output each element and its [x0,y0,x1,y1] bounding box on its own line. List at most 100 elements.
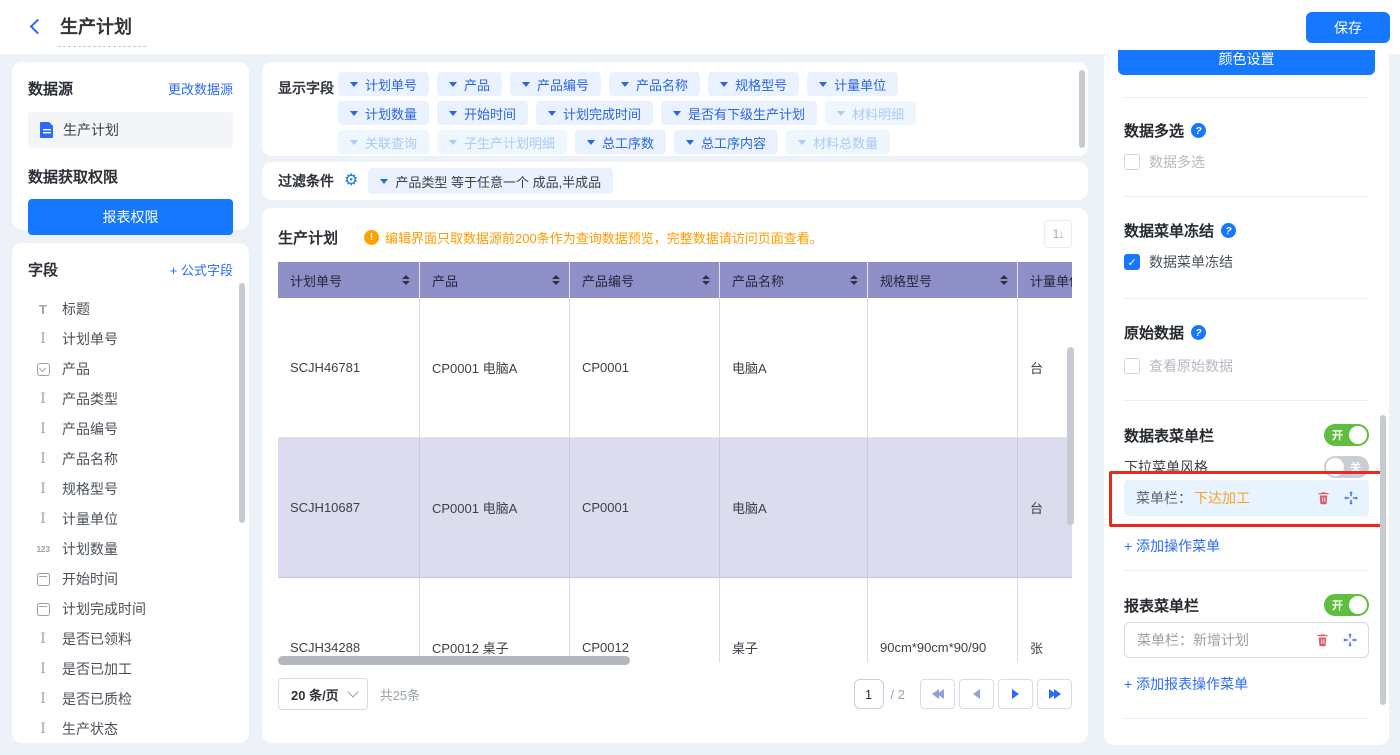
move-menu-handle[interactable] [1342,632,1358,648]
vertical-scrollbar[interactable] [1079,70,1085,148]
column-header[interactable]: 计量单位 [1018,262,1072,298]
sort-order-button[interactable]: 1↓ [1044,220,1072,248]
display-field-chip[interactable]: 产品 [437,72,502,96]
display-field-chip[interactable]: 子生产计划明细 [437,130,567,154]
column-header[interactable]: 产品名称 [720,262,868,298]
column-header[interactable]: 规格型号 [868,262,1018,298]
table-cell: 90cm*90cm*90/90 [868,578,1018,662]
table-notice: 编辑界面只取数据源前200条作为查询数据预览，完整数据请访问页面查看。 [385,228,823,247]
table-row[interactable]: SCJH46781 CP0001 电脑A CP0001 电脑A 台 [278,298,1072,438]
field-label: 是否已质检 [62,689,132,709]
display-field-chip[interactable]: 总工序内容 [674,130,778,154]
display-field-chip[interactable]: 产品编号 [510,72,601,96]
field-item[interactable]: 计划数量 [34,534,233,564]
column-label: 规格型号 [880,271,932,290]
page-size-select[interactable]: 20 条/页 [278,678,368,710]
help-icon[interactable] [1221,223,1236,238]
dropdown-style-toggle[interactable]: 关 [1324,456,1369,478]
display-field-chip[interactable]: 规格型号 [708,72,799,96]
page-title[interactable]: 生产计划 [58,13,146,47]
field-label: 产品 [62,359,90,379]
field-item[interactable]: 产品类型 [34,384,233,414]
menu-freeze-checkbox[interactable]: 数据菜单冻结 [1124,252,1233,272]
first-page-button[interactable] [920,679,955,709]
report-permission-button[interactable]: 报表权限 [28,199,233,235]
color-settings-button[interactable]: 颜色设置 [1118,50,1375,75]
delete-menu-button[interactable] [1315,490,1331,506]
multi-select-checkbox[interactable]: 数据多选 [1124,152,1205,172]
field-label: 计划单号 [62,329,118,349]
display-field-chip[interactable]: 是否有下级生产计划 [661,101,817,125]
field-item[interactable]: 规格型号 [34,474,233,504]
save-button[interactable]: 保存 [1306,12,1390,43]
field-item[interactable]: 是否已质检 [34,684,233,714]
field-item[interactable]: 产品编号 [34,414,233,444]
table-cell: CP0012 桌子 [420,578,570,662]
table-row-selected[interactable]: SCJH10687 CP0001 电脑A CP0001 电脑A 台 [278,438,1072,578]
field-item[interactable]: 产品名称 [34,444,233,474]
field-item[interactable]: 产品 [34,354,233,384]
display-field-chip[interactable]: 关联查询 [338,130,429,154]
field-item[interactable]: 标题 [34,294,233,324]
filter-condition-chip[interactable]: 产品类型 等于任意一个 成品,半成品 [368,168,613,194]
vertical-scrollbar[interactable] [1380,415,1386,705]
display-field-chip[interactable]: 材料明细 [825,101,916,125]
add-formula-field-link[interactable]: + 公式字段 [170,260,233,279]
datasource-item[interactable]: 生产计划 [28,112,233,148]
field-label: 标题 [62,299,90,319]
display-field-chip[interactable]: 计划单号 [338,72,429,96]
horizontal-scrollbar[interactable] [278,656,630,665]
divider [1124,196,1369,197]
report-menu-item[interactable]: 菜单栏： 新增计划 [1124,622,1369,658]
select-field-icon [37,363,50,376]
column-header[interactable]: 产品编号 [570,262,720,298]
display-field-chip[interactable]: 总工序数 [575,130,666,154]
field-item[interactable]: 是否已领料 [34,624,233,654]
display-field-chip[interactable]: 计量单位 [807,72,898,96]
move-menu-handle[interactable] [1343,490,1359,506]
chip-label: 规格型号 [735,75,787,94]
vertical-scrollbar[interactable] [239,283,245,523]
display-field-chip[interactable]: 产品名称 [609,72,700,96]
field-item[interactable]: 计划完成时间 [34,594,233,624]
table-cell: SCJH10687 [278,438,420,578]
display-field-chip[interactable]: 计划完成时间 [536,101,653,125]
field-item[interactable]: 开始时间 [34,564,233,594]
display-field-chip[interactable]: 计划数量 [338,101,429,125]
dropdown-caret-icon [548,111,556,116]
change-datasource-link[interactable]: 更改数据源 [168,79,233,98]
display-field-chip[interactable]: 开始时间 [437,101,528,125]
toggle-knob [1349,596,1367,614]
column-header[interactable]: 计划单号 [278,262,420,298]
double-left-arrow-icon [932,689,944,699]
report-menu-toggle[interactable]: 开 [1324,594,1369,616]
page-input[interactable]: 1 [854,679,884,709]
field-item[interactable]: 生产状态 [34,714,233,743]
help-icon[interactable] [1191,325,1206,340]
chip-label: 材料总数量 [813,133,878,152]
prev-page-button[interactable] [959,679,994,709]
table-menu-item[interactable]: 菜单栏： 下达加工 [1124,480,1369,516]
display-field-chip[interactable]: 材料总数量 [786,130,890,154]
field-item[interactable]: 计量单位 [34,504,233,534]
add-report-operation-menu-link[interactable]: + 添加报表操作菜单 [1124,674,1248,694]
column-header[interactable]: 产品 [420,262,570,298]
table-row[interactable]: SCJH34288 CP0012 桌子 CP0012 桌子 90cm*90cm*… [278,578,1072,662]
back-button[interactable] [26,16,48,38]
raw-data-checkbox[interactable]: 查看原始数据 [1124,356,1233,376]
display-field-chips: 计划单号 产品 产品编号 产品名称 规格型号 计量单位 计划数量 开始时间 计划… [338,72,916,154]
next-page-button[interactable] [998,679,1033,709]
gear-icon[interactable] [344,173,358,189]
last-page-button[interactable] [1037,679,1072,709]
add-operation-menu-link[interactable]: + 添加操作菜单 [1124,536,1220,556]
chip-label: 产品 [464,75,490,94]
display-fields-panel: 显示字段 + 计划单号 产品 产品编号 产品名称 规格型号 计量单位 计划数量 … [262,62,1088,156]
raw-data-title: 原始数据 [1124,322,1184,343]
field-item[interactable]: 计划单号 [34,324,233,354]
vertical-scrollbar[interactable] [1067,347,1074,525]
delete-menu-button[interactable] [1314,632,1330,648]
help-icon[interactable] [1191,123,1206,138]
table-cell: SCJH46781 [278,298,420,438]
field-item[interactable]: 是否已加工 [34,654,233,684]
table-menu-toggle[interactable]: 开 [1324,424,1369,446]
